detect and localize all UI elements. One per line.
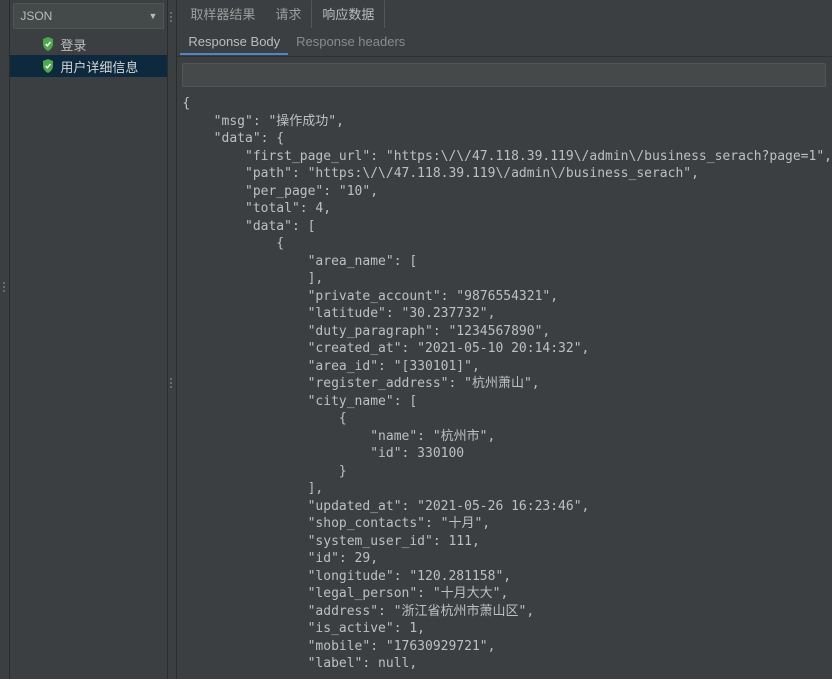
inner-gutter <box>168 0 177 679</box>
search-input[interactable] <box>182 63 826 87</box>
drag-handle-icon[interactable] <box>170 12 172 22</box>
format-select[interactable]: JSON ▼ <box>13 3 164 29</box>
main-panel: 取样器结果 请求 响应数据 Response Body Response hea… <box>168 0 832 679</box>
chevron-down-icon: ▼ <box>148 11 157 21</box>
app-root: JSON ▼ 登录 用户详细信息 <box>0 0 832 679</box>
top-tab-row: 取样器结果 请求 响应数据 <box>176 0 832 28</box>
drag-handle-icon[interactable] <box>170 378 172 388</box>
sidebar: JSON ▼ 登录 用户详细信息 <box>10 0 168 679</box>
tab-request[interactable]: 请求 <box>265 0 311 28</box>
response-body-text[interactable]: { "msg": "操作成功", "data": { "first_page_u… <box>176 89 832 679</box>
tab-response-body[interactable]: Response Body <box>180 30 288 55</box>
main-content: 取样器结果 请求 响应数据 Response Body Response hea… <box>176 0 832 679</box>
tree-item-login[interactable]: 登录 <box>10 33 167 55</box>
outer-gutter <box>0 0 10 679</box>
tree-item-label: 用户详细信息 <box>60 57 138 76</box>
tab-sampler-result[interactable]: 取样器结果 <box>180 0 265 28</box>
drag-handle-icon[interactable] <box>3 282 5 292</box>
format-select-label: JSON <box>20 9 52 23</box>
tab-response-data[interactable]: 响应数据 <box>311 0 385 28</box>
tab-response-headers[interactable]: Response headers <box>288 30 413 55</box>
sub-tab-row: Response Body Response headers <box>176 28 832 57</box>
shield-check-icon <box>42 37 54 51</box>
sample-tree: 登录 用户详细信息 <box>10 29 167 679</box>
tree-item-user-detail[interactable]: 用户详细信息 <box>10 55 167 77</box>
tree-item-label: 登录 <box>60 35 86 54</box>
shield-check-icon <box>42 59 54 73</box>
